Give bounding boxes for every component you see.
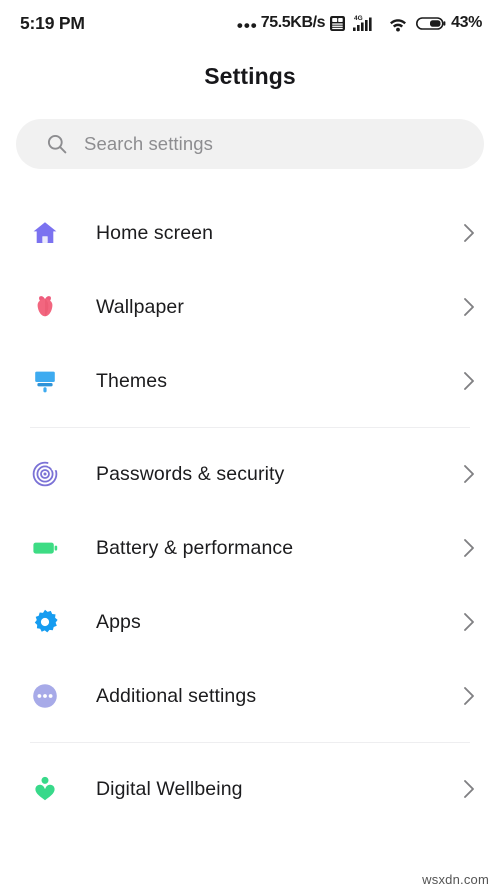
network-activity-dots-icon: ••• (236, 16, 258, 35)
settings-row-label: Apps (96, 610, 141, 633)
settings-row-label: Additional settings (96, 684, 257, 707)
search-input[interactable]: Search settings (16, 119, 484, 169)
flower-icon (30, 292, 60, 322)
settings-row-label: Home screen (96, 221, 214, 244)
battery-icon (30, 533, 60, 563)
page-title: Settings (204, 63, 296, 89)
fingerprint-icon (30, 459, 60, 489)
search-icon (47, 134, 67, 154)
three-dots-circle-icon (30, 681, 60, 711)
battery-percent-label: 43% (451, 14, 482, 31)
settings-row-label: Digital Wellbeing (96, 777, 243, 800)
settings-row-home-screen[interactable]: Home screen (0, 196, 500, 270)
settings-row-battery-performance[interactable]: Battery & performance (0, 511, 500, 585)
settings-row-passwords-security[interactable]: Passwords & security (0, 437, 500, 511)
settings-row-digital-wellbeing[interactable]: Digital Wellbeing (0, 752, 500, 826)
battery-icon (416, 16, 446, 30)
settings-row-apps[interactable]: Apps (0, 585, 500, 659)
chevron-right-icon (464, 224, 474, 242)
chevron-right-icon (464, 687, 474, 705)
status-clock: 5:19 PM (20, 12, 85, 33)
settings-screen: 5:19 PM ••• 75.5KB/s 4G 43% Settings Sea… (0, 0, 500, 893)
settings-group-wellbeing: Digital Wellbeing (0, 752, 500, 826)
chevron-right-icon (464, 298, 474, 316)
settings-row-label: Passwords & security (96, 462, 285, 485)
home-icon (30, 218, 60, 248)
watermark: wsxdn.com (422, 872, 489, 887)
group-divider (30, 742, 470, 743)
wifi-icon (390, 19, 407, 32)
settings-group-personalization: Home screen Wallpaper Themes (0, 196, 500, 418)
network-speed-label: 75.5KB/s (260, 14, 326, 31)
settings-row-additional-settings[interactable]: Additional settings (0, 659, 500, 733)
chevron-right-icon (464, 539, 474, 557)
settings-list: Home screen Wallpaper Themes Passwords &… (0, 196, 500, 826)
chevron-right-icon (464, 372, 474, 390)
settings-group-system: Passwords & security Battery & performan… (0, 437, 500, 733)
settings-row-label: Wallpaper (96, 295, 184, 318)
network-type-label: 4G (354, 15, 363, 22)
settings-row-themes[interactable]: Themes (0, 344, 500, 418)
sim-card-icon (330, 15, 346, 31)
settings-row-wallpaper[interactable]: Wallpaper (0, 270, 500, 344)
paint-brush-icon (30, 366, 60, 396)
group-divider (30, 427, 470, 428)
status-bar: 5:19 PM ••• 75.5KB/s 4G 43% (0, 0, 500, 46)
gear-icon (30, 607, 60, 637)
status-icons: ••• 75.5KB/s 4G 43% (236, 13, 482, 35)
search-placeholder: Search settings (84, 133, 214, 154)
settings-row-label: Themes (96, 369, 168, 392)
cellular-signal-icon: 4G (352, 13, 380, 33)
settings-row-label: Battery & performance (96, 536, 294, 559)
chevron-right-icon (464, 780, 474, 798)
chevron-right-icon (464, 613, 474, 631)
person-heart-icon (30, 774, 60, 804)
chevron-right-icon (464, 465, 474, 483)
